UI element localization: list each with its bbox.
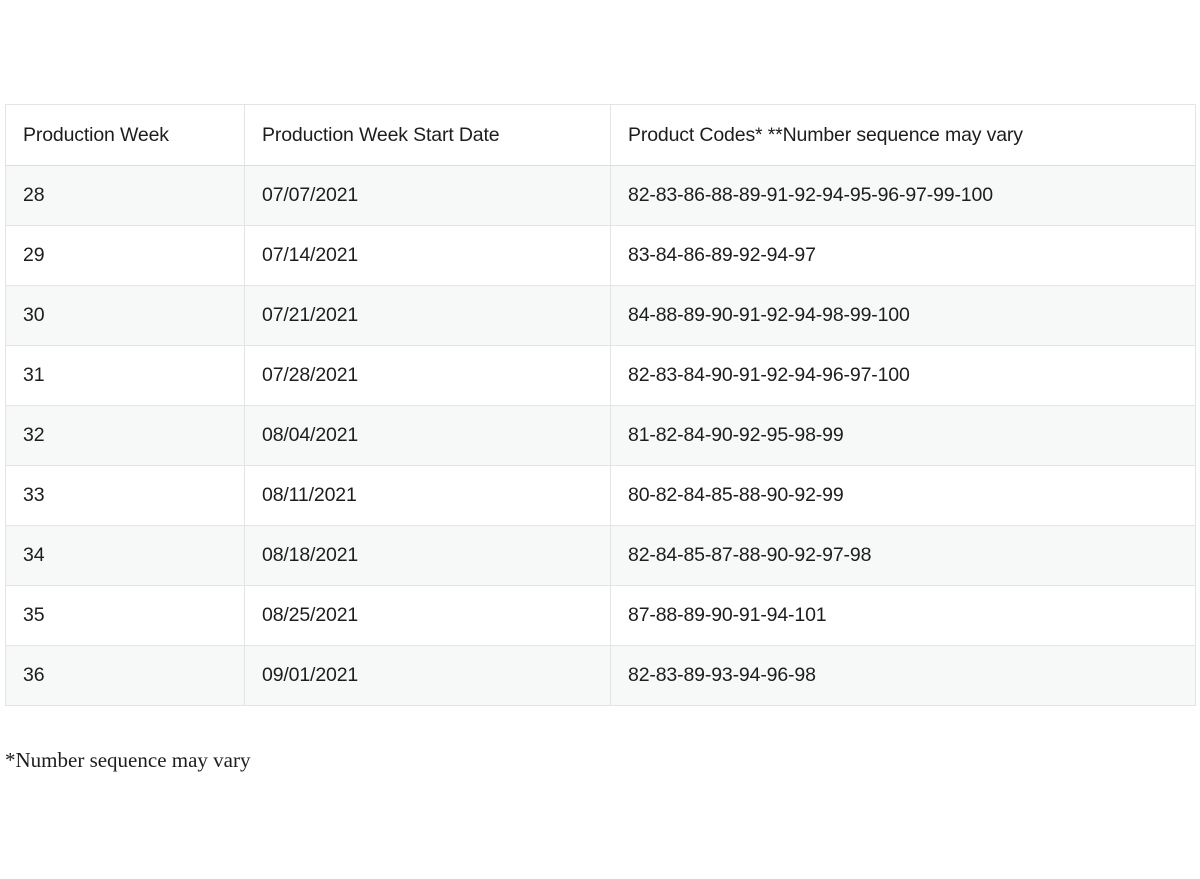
column-header-production-week: Production Week <box>6 105 245 166</box>
cell-start-date: 08/04/2021 <box>245 406 611 466</box>
table-row: 30 07/21/2021 84-88-89-90-91-92-94-98-99… <box>6 286 1196 346</box>
cell-production-week: 28 <box>6 166 245 226</box>
cell-start-date: 07/07/2021 <box>245 166 611 226</box>
table-header-row: Production Week Production Week Start Da… <box>6 105 1196 166</box>
cell-product-codes: 84-88-89-90-91-92-94-98-99-100 <box>611 286 1196 346</box>
table-footnote: *Number sequence may vary <box>5 748 251 773</box>
cell-production-week: 32 <box>6 406 245 466</box>
cell-product-codes: 82-83-89-93-94-96-98 <box>611 646 1196 706</box>
cell-start-date: 08/25/2021 <box>245 586 611 646</box>
table-body: 28 07/07/2021 82-83-86-88-89-91-92-94-95… <box>6 166 1196 706</box>
table-row: 31 07/28/2021 82-83-84-90-91-92-94-96-97… <box>6 346 1196 406</box>
table-header: Production Week Production Week Start Da… <box>6 105 1196 166</box>
cell-start-date: 09/01/2021 <box>245 646 611 706</box>
page-root: Production Week Production Week Start Da… <box>0 0 1200 879</box>
cell-production-week: 36 <box>6 646 245 706</box>
cell-production-week: 34 <box>6 526 245 586</box>
column-header-production-week-start-date: Production Week Start Date <box>245 105 611 166</box>
cell-start-date: 07/28/2021 <box>245 346 611 406</box>
table-row: 35 08/25/2021 87-88-89-90-91-94-101 <box>6 586 1196 646</box>
cell-product-codes: 80-82-84-85-88-90-92-99 <box>611 466 1196 526</box>
cell-product-codes: 81-82-84-90-92-95-98-99 <box>611 406 1196 466</box>
column-header-product-codes: Product Codes* **Number sequence may var… <box>611 105 1196 166</box>
cell-start-date: 07/14/2021 <box>245 226 611 286</box>
cell-start-date: 07/21/2021 <box>245 286 611 346</box>
cell-product-codes: 87-88-89-90-91-94-101 <box>611 586 1196 646</box>
table-row: 36 09/01/2021 82-83-89-93-94-96-98 <box>6 646 1196 706</box>
cell-product-codes: 82-83-86-88-89-91-92-94-95-96-97-99-100 <box>611 166 1196 226</box>
cell-production-week: 33 <box>6 466 245 526</box>
cell-production-week: 30 <box>6 286 245 346</box>
cell-product-codes: 82-84-85-87-88-90-92-97-98 <box>611 526 1196 586</box>
cell-product-codes: 82-83-84-90-91-92-94-96-97-100 <box>611 346 1196 406</box>
cell-production-week: 29 <box>6 226 245 286</box>
cell-production-week: 31 <box>6 346 245 406</box>
cell-start-date: 08/11/2021 <box>245 466 611 526</box>
table-row: 34 08/18/2021 82-84-85-87-88-90-92-97-98 <box>6 526 1196 586</box>
production-schedule-table: Production Week Production Week Start Da… <box>5 104 1196 706</box>
production-schedule-table-container: Production Week Production Week Start Da… <box>5 104 1195 706</box>
cell-product-codes: 83-84-86-89-92-94-97 <box>611 226 1196 286</box>
table-row: 28 07/07/2021 82-83-86-88-89-91-92-94-95… <box>6 166 1196 226</box>
table-row: 32 08/04/2021 81-82-84-90-92-95-98-99 <box>6 406 1196 466</box>
table-row: 29 07/14/2021 83-84-86-89-92-94-97 <box>6 226 1196 286</box>
cell-start-date: 08/18/2021 <box>245 526 611 586</box>
table-row: 33 08/11/2021 80-82-84-85-88-90-92-99 <box>6 466 1196 526</box>
cell-production-week: 35 <box>6 586 245 646</box>
